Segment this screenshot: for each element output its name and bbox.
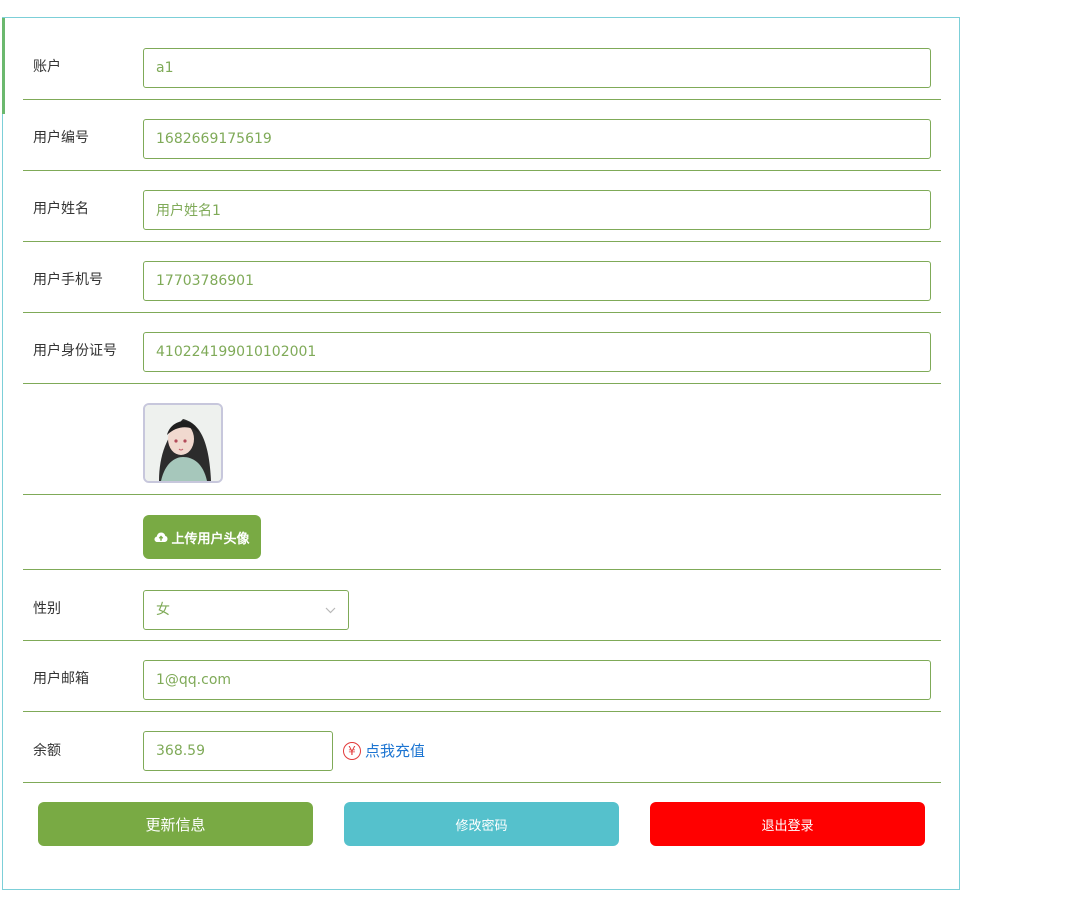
chevron-down-icon bbox=[325, 591, 336, 629]
email-label: 用户邮箱 bbox=[33, 671, 89, 687]
balance-input[interactable] bbox=[143, 731, 333, 771]
phone-input[interactable] bbox=[143, 261, 931, 301]
yen-icon: ¥ bbox=[343, 741, 361, 760]
upload-row: 上传用户头像 bbox=[23, 495, 941, 570]
logout-label: 退出登录 bbox=[761, 818, 814, 834]
update-info-label: 更新信息 bbox=[145, 815, 206, 834]
email-row: 用户邮箱 bbox=[23, 641, 941, 712]
id-card-row: 用户身份证号 bbox=[23, 313, 941, 384]
recharge-link[interactable]: ¥ 点我充值 bbox=[343, 740, 425, 761]
gender-select[interactable]: 女 bbox=[143, 590, 349, 630]
change-password-label: 修改密码 bbox=[455, 818, 508, 834]
user-name-input[interactable] bbox=[143, 190, 931, 230]
id-card-label: 用户身份证号 bbox=[33, 343, 117, 359]
user-id-label: 用户编号 bbox=[33, 130, 89, 146]
balance-row: 余额 ¥ 点我充值 bbox=[23, 712, 941, 783]
gender-selected-value: 女 bbox=[156, 602, 170, 618]
avatar bbox=[143, 403, 223, 483]
upload-avatar-button[interactable]: 上传用户头像 bbox=[143, 515, 261, 559]
avatar-image bbox=[145, 405, 221, 481]
id-card-input[interactable] bbox=[143, 332, 931, 372]
logout-button[interactable]: 退出登录 bbox=[650, 802, 925, 846]
recharge-label: 点我充值 bbox=[365, 742, 426, 760]
account-label: 账户 bbox=[33, 59, 61, 75]
phone-row: 用户手机号 bbox=[23, 242, 941, 313]
cloud-upload-icon bbox=[154, 532, 168, 542]
phone-label: 用户手机号 bbox=[33, 272, 103, 288]
account-row: 账户 bbox=[23, 18, 941, 100]
change-password-button[interactable]: 修改密码 bbox=[344, 802, 619, 846]
upload-avatar-label: 上传用户头像 bbox=[171, 531, 250, 547]
email-input[interactable] bbox=[143, 660, 931, 700]
user-id-input[interactable] bbox=[143, 119, 931, 159]
panel-accent-bar bbox=[2, 18, 5, 114]
user-name-row: 用户姓名 bbox=[23, 171, 941, 242]
user-name-label: 用户姓名 bbox=[33, 201, 89, 217]
gender-row: 性别 女 bbox=[23, 570, 941, 641]
avatar-row bbox=[23, 384, 941, 495]
balance-label: 余额 bbox=[33, 743, 61, 759]
user-id-row: 用户编号 bbox=[23, 100, 941, 171]
update-info-button[interactable]: 更新信息 bbox=[38, 802, 313, 846]
profile-panel: 账户 用户编号 用户姓名 用户手机号 用户身份证号 bbox=[2, 17, 960, 890]
gender-label: 性别 bbox=[33, 601, 61, 617]
account-input[interactable] bbox=[143, 48, 931, 88]
